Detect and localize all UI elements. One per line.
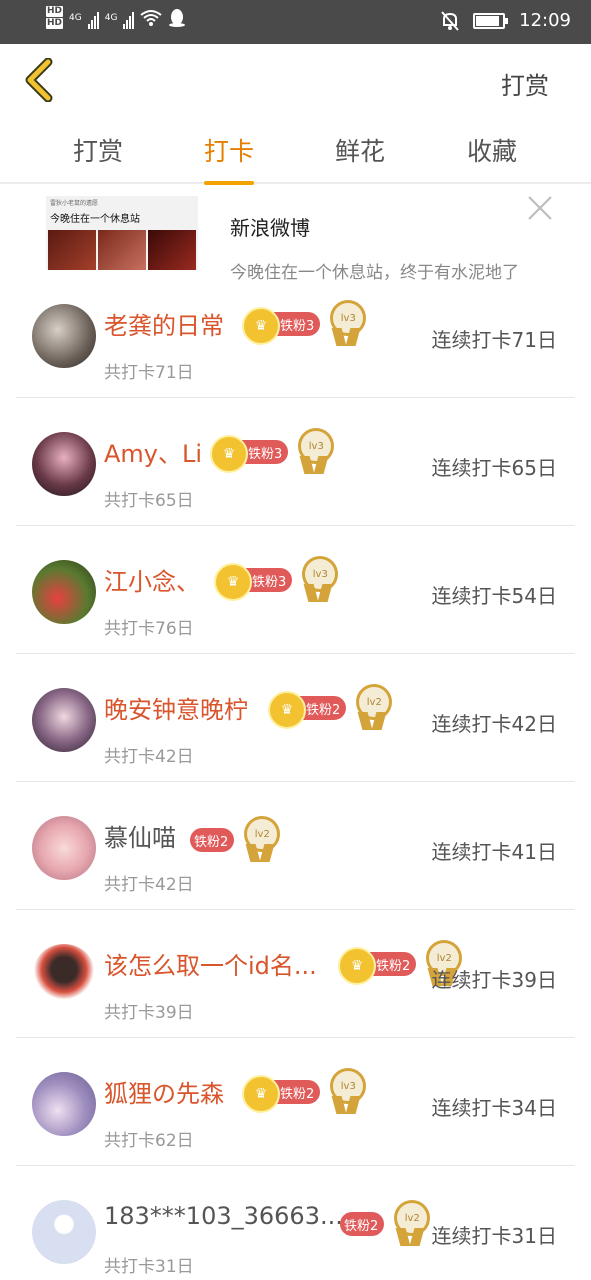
fan-level-badge: ♛ 铁粉2 — [338, 947, 417, 985]
streak-checkins: 连续打卡39日 — [431, 968, 557, 992]
list-item[interactable]: Amy、Li ♛ 铁粉3 lv3 共打卡65日 连续打卡65日 — [16, 398, 575, 526]
level-medal-icon: lv2 — [354, 684, 393, 732]
streak-checkins: 连续打卡41日 — [431, 840, 557, 864]
fan-level-badge: 铁粉2 — [340, 1212, 385, 1236]
ad-thumbnail: 雷狄小老鼠的遗愿 今晚住在一个休息站 — [46, 196, 198, 270]
list-item[interactable]: 江小念、 ♛ 铁粉3 lv3 共打卡76日 连续打卡54日 — [16, 526, 575, 654]
user-badges: ♛ 铁粉2 lv2 — [268, 684, 393, 732]
ad-thumbnail-caption-small: 雷狄小老鼠的遗愿 — [50, 200, 99, 207]
user-name[interactable]: 慕仙喵 — [104, 818, 176, 853]
user-badges: 铁粉2 lv2 — [340, 1200, 431, 1248]
level-medal-icon: lv3 — [328, 1068, 367, 1116]
streak-checkins: 连续打卡34日 — [431, 1096, 557, 1120]
list-item[interactable]: 老龚的日常 ♛ 铁粉3 lv3 共打卡71日 连续打卡71日 — [16, 270, 575, 398]
signal-icon — [87, 7, 99, 29]
streak-checkins: 连续打卡71日 — [431, 328, 557, 352]
user-name[interactable]: Amy、Li — [104, 434, 202, 469]
crown-icon: ♛ — [214, 563, 252, 601]
user-name[interactable]: 晚安钟意晚柠 — [104, 690, 248, 725]
total-checkins: 共打卡65日 — [104, 491, 194, 511]
level-medal-icon: lv3 — [328, 300, 367, 348]
user-name[interactable]: 狐狸の先森 — [104, 1074, 224, 1109]
avatar[interactable] — [32, 816, 96, 880]
fan-level-badge: ♛ 铁粉2 — [242, 1075, 321, 1113]
avatar[interactable] — [32, 1200, 96, 1264]
network-label-1: 4G — [69, 12, 82, 23]
total-checkins: 共打卡39日 — [104, 1003, 194, 1023]
total-checkins: 共打卡31日 — [104, 1257, 194, 1277]
avatar[interactable] — [32, 304, 96, 368]
user-name[interactable]: 该怎么取一个id名... — [104, 946, 317, 981]
total-checkins: 共打卡71日 — [104, 363, 194, 383]
user-name[interactable]: 江小念、 — [104, 562, 200, 597]
fan-level-badge: ♛ 铁粉3 — [242, 307, 321, 345]
tab-bar: 打赏 打卡 鲜花 收藏 — [0, 120, 591, 185]
fan-level-badge: 铁粉2 — [190, 828, 235, 852]
user-badges: ♛ 铁粉2 lv3 — [242, 1068, 367, 1116]
avatar[interactable] — [32, 944, 96, 1008]
level-medal-icon: lv2 — [392, 1200, 431, 1248]
user-badges: ♛ 铁粉3 lv3 — [210, 428, 335, 476]
list-item[interactable]: 183***103_36663... 铁粉2 lv2 共打卡31日 连续打卡31… — [16, 1166, 575, 1280]
level-medal-icon: lv2 — [242, 816, 281, 864]
mute-bell-icon — [441, 10, 459, 31]
tab-reward[interactable]: 打赏 — [73, 132, 123, 168]
reward-button[interactable]: 打赏 — [501, 66, 549, 101]
avatar[interactable] — [32, 560, 96, 624]
user-name[interactable]: 老龚的日常 — [104, 306, 224, 341]
top-bar: 打赏 — [0, 44, 591, 120]
avatar[interactable] — [32, 432, 96, 496]
tab-favorites[interactable]: 收藏 — [467, 132, 517, 168]
crown-icon: ♛ — [338, 947, 376, 985]
fan-level-badge: ♛ 铁粉3 — [214, 563, 293, 601]
tab-flowers[interactable]: 鲜花 — [335, 132, 385, 168]
list-item[interactable]: 狐狸の先森 ♛ 铁粉2 lv3 共打卡62日 连续打卡34日 — [16, 1038, 575, 1166]
close-icon[interactable] — [526, 194, 554, 222]
tab-checkin[interactable]: 打卡 — [204, 132, 255, 185]
avatar[interactable] — [32, 1072, 96, 1136]
total-checkins: 共打卡42日 — [104, 747, 194, 767]
signal-icon-2 — [123, 7, 135, 29]
list-item[interactable]: 晚安钟意晚柠 ♛ 铁粉2 lv2 共打卡42日 连续打卡42日 — [16, 654, 575, 782]
user-badges: ♛ 铁粉3 lv3 — [214, 556, 339, 604]
user-name[interactable]: 183***103_36663... — [104, 1202, 343, 1230]
total-checkins: 共打卡42日 — [104, 875, 194, 895]
status-bar: HD HD 4G 4G 12:09 — [0, 0, 591, 44]
streak-checkins: 连续打卡54日 — [431, 584, 557, 608]
total-checkins: 共打卡62日 — [104, 1131, 194, 1151]
crown-icon: ♛ — [242, 307, 280, 345]
back-arrow-icon[interactable] — [22, 58, 58, 102]
battery-icon — [473, 12, 509, 29]
level-medal-icon: lv3 — [296, 428, 335, 476]
avatar[interactable] — [32, 688, 96, 752]
streak-checkins: 连续打卡31日 — [431, 1224, 557, 1248]
level-medal-icon: lv3 — [300, 556, 339, 604]
crown-icon: ♛ — [268, 691, 306, 729]
hd-indicator: HD HD — [46, 6, 64, 29]
ad-source: 新浪微博 — [230, 216, 310, 240]
clock: 12:09 — [519, 10, 571, 31]
list-item[interactable]: 慕仙喵 铁粉2 lv2 共打卡42日 连续打卡41日 — [16, 782, 575, 910]
network-label-2: 4G — [104, 12, 118, 23]
list-item[interactable]: 该怎么取一个id名... ♛ 铁粉2 lv2 共打卡39日 连续打卡39日 — [16, 910, 575, 1038]
wifi-icon — [140, 9, 163, 26]
streak-checkins: 连续打卡65日 — [431, 456, 557, 480]
user-badges: ♛ 铁粉3 lv3 — [242, 300, 367, 348]
streak-checkins: 连续打卡42日 — [431, 712, 557, 736]
fan-level-badge: ♛ 铁粉3 — [210, 435, 289, 473]
ad-thumbnail-caption: 今晚住在一个休息站 — [50, 214, 140, 225]
qq-icon — [169, 8, 186, 27]
total-checkins: 共打卡76日 — [104, 619, 194, 639]
fan-level-badge: ♛ 铁粉2 — [268, 691, 347, 729]
crown-icon: ♛ — [210, 435, 248, 473]
crown-icon: ♛ — [242, 1075, 280, 1113]
user-badges: 铁粉2 lv2 — [190, 816, 281, 864]
